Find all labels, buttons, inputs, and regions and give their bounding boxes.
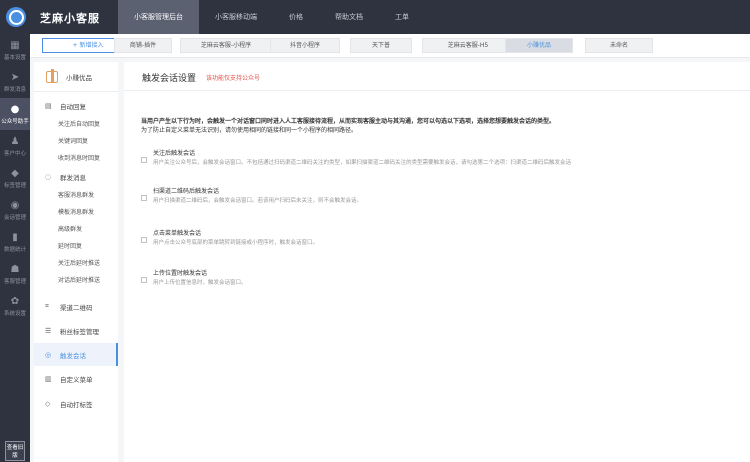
topnav-admin[interactable]: 小客服管理后台 — [118, 0, 199, 34]
option-checkbox[interactable] — [141, 277, 147, 283]
topnav-price[interactable]: 价格 — [273, 0, 319, 34]
reply-icon: ▤ — [45, 102, 52, 110]
sidebar-item-customers[interactable]: ♟ 客户中心 — [0, 130, 30, 162]
tab-unnamed[interactable]: 未命名 — [585, 38, 653, 53]
option-desc: 用户关注公众号后，会触发会话窗口。不包括通过扫码渠道二维码关注的类型，如果扫描渠… — [153, 160, 572, 166]
qrcode-icon: ⌗ — [45, 302, 49, 310]
main-panel: 触发会话设置 该功能仅支持公众号 当用户产生以下行为时，会触发一个对话窗口同时进… — [124, 62, 750, 462]
tab-xiaozhuan[interactable]: 小赚优品 — [505, 38, 573, 53]
option-desc: 用户扫描渠道二维码后，会触发会话窗口。若该用户扫码后未关注，则不会触发会话。 — [153, 198, 363, 204]
tag-icon: ◆ — [11, 167, 19, 179]
secondary-nav: 小赚优品 ▤ 自动回复 关注后自动回复 关键词回复 收到消息时回复 ◌ 群发消息 客… — [34, 62, 118, 462]
topnav-mobile[interactable]: 小客服移动端 — [199, 0, 273, 34]
option-checkbox[interactable] — [141, 195, 147, 201]
sidebar-item-sessions[interactable]: ◉ 会话管理 — [0, 194, 30, 226]
topnav-ticket[interactable]: 工单 — [379, 0, 425, 34]
tab-zhima-h5[interactable]: 芝麻云客服-H5 — [422, 38, 514, 53]
tab-douyin-miniapp[interactable]: 抖音小程序 — [270, 38, 340, 53]
option-desc: 用户点击公众号底部的菜单跳转到链接或小程序时，触发会话窗口。 — [153, 240, 319, 246]
nav-item-follow-delay-push[interactable]: 关注后延时推送 — [34, 255, 118, 272]
nav-group-broadcast[interactable]: ◌ 群发消息 — [34, 167, 118, 187]
nav-group-auto-tag[interactable]: ◇ 自动打标签 — [34, 391, 118, 416]
sidebar-item-label: 标签管理 — [3, 182, 26, 189]
option-title: 关注后触发会话 — [153, 150, 196, 157]
nav-group-label: 粉丝标签管理 — [60, 327, 99, 336]
option-title: 上传位置时触发会话 — [153, 270, 208, 277]
tag-icon: ◇ — [45, 399, 51, 408]
sidebar-item-stats[interactable]: ▮ 数据统计 — [0, 226, 30, 258]
option-title: 扫渠道二维码后触发会话 — [153, 188, 220, 195]
sidebar-item-label: 会话管理 — [3, 214, 26, 221]
account-name: 小赚优品 — [66, 73, 92, 82]
nav-item-cs-broadcast[interactable]: 客服消息群发 — [34, 187, 118, 204]
option-desc: 用户上传位置信息时，触发会话窗口。 — [153, 280, 247, 286]
sidebar-item-label: 群发消息 — [3, 86, 26, 93]
tab-tianxiapu[interactable]: 天下普 — [350, 38, 412, 53]
sidebar-item-label: 客服管理 — [3, 278, 26, 285]
nav-group-label: 触发会话 — [60, 351, 86, 360]
nav-group-label: 渠道二维码 — [60, 303, 93, 312]
nav-group-auto-reply[interactable]: ▤ 自动回复 — [34, 96, 118, 116]
gear-icon: ✿ — [10, 295, 20, 307]
old-version-button[interactable]: 查看旧版 — [5, 441, 25, 461]
megaphone-icon: ◌ — [45, 173, 52, 181]
sidebar-item-tags[interactable]: ◆ 标签管理 — [0, 162, 30, 194]
sidebar-item-label: 系统设置 — [3, 310, 26, 317]
nav-item-advanced-broadcast[interactable]: 高级群发 — [34, 221, 118, 238]
nav-item-chat-delay-push[interactable]: 对话后延时推送 — [34, 272, 118, 289]
sidebar-item-system[interactable]: ✿ 系统设置 — [0, 290, 30, 322]
sidebar-item-basic[interactable]: ▦ 基本设置 — [0, 34, 30, 66]
nav-group-channel-qrcode[interactable]: ⌗ 渠道二维码 — [34, 295, 118, 318]
wechat-icon: ● — [10, 103, 20, 115]
nav-group-label: 自动打标签 — [60, 400, 93, 409]
nav-group-trigger-session[interactable]: ◎ 触发会话 — [34, 343, 118, 366]
sidebar-item-label: 数据统计 — [3, 246, 26, 253]
chat-icon: ◉ — [10, 199, 20, 211]
sidebar-item-label: 基本设置 — [3, 54, 26, 61]
brand-title: 芝麻小客服 — [40, 12, 100, 25]
page-subtitle: 该功能仅支持公众号 — [206, 75, 261, 82]
nav-item-template-broadcast[interactable]: 模板消息群发 — [34, 204, 118, 221]
account-header: 小赚优品 — [34, 62, 118, 92]
option-checkbox[interactable] — [141, 157, 147, 163]
nav-item-delayed-reply[interactable]: 延时回复 — [34, 238, 118, 255]
page-title: 触发会话设置 — [142, 74, 197, 84]
stats-icon: ▮ — [12, 231, 18, 243]
list-icon: ☰ — [45, 326, 52, 335]
tab-shop-plugin[interactable]: 商铺-插件 — [114, 38, 172, 53]
topnav-help[interactable]: 帮助文档 — [319, 0, 379, 34]
nav-item-follow-reply[interactable]: 关注后自动回复 — [34, 116, 118, 133]
sidebar-item-label: 客户中心 — [3, 150, 26, 157]
intro-note: 为了防止自定义菜单无法识别，请勿使用相同的链接和同一个小程序的相同路径。 — [141, 127, 358, 134]
top-nav: 小客服管理后台 小客服移动端 价格 帮助文档 工单 — [118, 0, 425, 34]
sidebar-item-label: 公众号助手 — [1, 118, 29, 125]
users-icon: ♟ — [10, 135, 20, 147]
gift-icon — [46, 68, 58, 83]
icon-sidebar: ▦ 基本设置 ➤ 群发消息 ● 公众号助手 ♟ 客户中心 ◆ 标签管理 ◉ 会话管理 ▮ 数据… — [0, 34, 30, 462]
trigger-icon: ◎ — [45, 350, 52, 359]
account-tab-strip: + 新增接入 商铺-插件 芝麻云客服-小程序 抖音小程序 天下普 芝麻云客服-H… — [30, 34, 750, 58]
option-title: 点击菜单触发会话 — [153, 230, 202, 237]
divider — [124, 90, 750, 91]
sidebar-item-broadcast[interactable]: ➤ 群发消息 — [0, 66, 30, 98]
grid-icon: ▦ — [10, 39, 20, 51]
nav-item-message-reply[interactable]: 收到消息时回复 — [34, 150, 118, 167]
nav-group-label: 自定义菜单 — [60, 375, 93, 384]
nav-group-fan-tags[interactable]: ☰ 粉丝标签管理 — [34, 318, 118, 343]
logo-icon[interactable] — [6, 7, 26, 27]
top-bar: 芝麻小客服 小客服管理后台 小客服移动端 价格 帮助文档 工单 — [0, 0, 750, 34]
sidebar-item-agents[interactable]: ☗ 客服管理 — [0, 258, 30, 290]
nav-group-label: 群发消息 — [60, 174, 86, 182]
sidebar-item-official-account[interactable]: ● 公众号助手 — [0, 98, 30, 130]
nav-group-label: 自动回复 — [60, 103, 86, 111]
nav-group-custom-menu[interactable]: ▥ 自定义菜单 — [34, 366, 118, 391]
nav-item-keyword-reply[interactable]: 关键词回复 — [34, 133, 118, 150]
robot-icon: ☗ — [10, 263, 20, 275]
menu-icon: ▥ — [45, 374, 52, 383]
send-icon: ➤ — [10, 71, 20, 83]
option-checkbox[interactable] — [141, 237, 147, 243]
tab-zhima-miniapp[interactable]: 芝麻云客服-小程序 — [180, 38, 272, 53]
intro-text: 当用户产生以下行为时，会触发一个对话窗口同时进入人工客服接待流程，从而实现客服主… — [141, 118, 556, 125]
